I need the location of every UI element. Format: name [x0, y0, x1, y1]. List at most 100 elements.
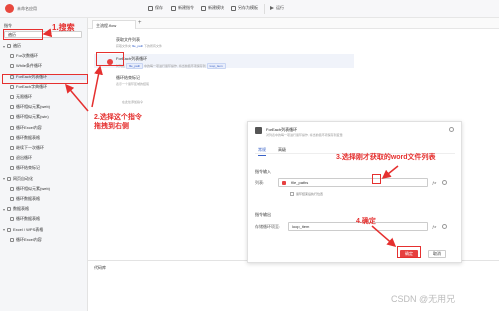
list-label: 列表: — [255, 180, 265, 185]
dialog-subtitle: 对列表中的每一项进行循环操作, 将当前循环项保存到变量 — [266, 133, 343, 137]
tab-general[interactable]: 常规 — [258, 147, 266, 156]
command-icon — [10, 115, 14, 120]
add-command-hint[interactable]: 在此处添加指令 — [122, 99, 143, 104]
cancel-button[interactable]: 取消 — [428, 250, 446, 258]
step-desc: 表示一个循环区域的结尾 — [116, 82, 150, 86]
tree-group[interactable]: ▾ 数据表格 — [3, 206, 87, 212]
command-icon — [10, 186, 14, 191]
folder-icon — [7, 207, 12, 212]
step-loop-end[interactable]: 循环结束标记 表示一个循环区域的结尾 — [116, 75, 149, 86]
variable-icon — [282, 180, 286, 185]
tree-item[interactable]: 循环Excel内容 — [10, 237, 87, 243]
info-icon[interactable] — [442, 224, 447, 229]
fx-icon[interactable]: ƒx — [432, 224, 436, 229]
step-get-file-list[interactable]: 获取文件列表 获取文件夹 file_path 下的所有文件 — [116, 37, 162, 48]
annotation-step1: 1.搜索 — [52, 23, 75, 32]
tree-item-label: 数据表格 — [13, 206, 30, 212]
tree-item[interactable]: ForEach字典循环 — [10, 84, 87, 90]
variable-chip: file_path — [131, 44, 144, 48]
tree-item[interactable]: 循环数据表格 — [10, 216, 87, 222]
tree-item[interactable]: 继续下一次循环 — [10, 145, 87, 151]
new-module-label: 新建模块 — [208, 5, 224, 10]
folder-icon — [7, 227, 12, 232]
app-logo-icon — [5, 4, 14, 13]
new-module-button[interactable]: 新建模块 — [201, 5, 224, 11]
command-icon — [10, 197, 14, 201]
tree-item[interactable]: For次数循环 — [10, 53, 87, 59]
tree-item[interactable]: 循环相似元素(win) — [10, 114, 87, 120]
help-icon[interactable] — [449, 127, 454, 132]
tree-item[interactable]: 无限循环 — [10, 94, 87, 100]
new-command-button[interactable]: 新建指令 — [171, 5, 194, 11]
command-icon — [10, 217, 14, 222]
tree-item[interactable]: 循环数据表格 — [10, 135, 87, 141]
chevron-down-icon[interactable]: ▾ — [3, 176, 5, 181]
checkbox-label: 循环结束后执行位置 — [296, 192, 324, 196]
tree-item[interactable]: 循环相似元素(web) — [10, 186, 87, 192]
watermark: CSDN @无用兄 — [391, 294, 456, 304]
tree-item[interactable]: While条件循环 — [10, 63, 87, 69]
tree-item[interactable]: 循环结束标记 — [10, 165, 87, 171]
add-tab-button[interactable]: + — [138, 20, 142, 26]
step-desc: 在此处添加指令 — [122, 100, 144, 104]
tree-item-label: For次数循环 — [16, 53, 38, 59]
variable-chip: file_path — [125, 63, 144, 69]
chevron-down-icon[interactable]: ▾ — [3, 227, 5, 232]
tree-item-label: 循环数据表格 — [16, 216, 40, 222]
tree-item[interactable]: 循环相似元素(web) — [10, 104, 87, 110]
save-as-template-button[interactable]: 另存为模板 — [231, 5, 258, 11]
list-input[interactable]: file_paths — [278, 178, 428, 187]
run-button[interactable]: 运行 — [270, 5, 284, 11]
save-button[interactable]: 保存 — [148, 5, 163, 11]
command-icon — [10, 54, 14, 59]
command-icon — [10, 84, 14, 89]
chevron-down-icon[interactable]: ▾ — [3, 207, 5, 212]
chevron-down-icon[interactable]: ▾ — [3, 44, 5, 49]
tab-advanced[interactable]: 高级 — [278, 147, 286, 153]
step-desc-text: 中的每一项进行循环操作, 将当前循环项保存到 — [144, 64, 206, 68]
command-icon — [10, 166, 14, 171]
tree-item-label: 网页自动化 — [13, 175, 34, 181]
tree-item[interactable]: 循环Excel内容 — [10, 125, 87, 131]
folder-icon — [7, 44, 12, 48]
tree-item-label: 循环相似元素(web) — [16, 104, 51, 110]
tree-item[interactable]: 循环数据表格 — [10, 196, 87, 202]
tree-group[interactable]: ▾ 网页自动化 — [3, 176, 87, 182]
checkbox[interactable] — [290, 192, 294, 196]
tree-item-label: 退出循环 — [16, 155, 32, 161]
tree-item-label: Excel / WPS表格 — [13, 226, 44, 232]
tree-item-label: 循环相似元素(web) — [16, 185, 51, 191]
tree-item-label: 循环数据表格 — [16, 134, 40, 140]
new-command-label: 新建指令 — [178, 5, 194, 10]
tree-item-label: While条件循环 — [16, 63, 43, 69]
tree-item-label: 遍历 — [13, 43, 22, 48]
annotation-step2-line1: 2.选择这个指令 — [94, 114, 142, 121]
command-icon — [10, 64, 14, 69]
tree-item-label: 继续下一次循环 — [16, 145, 44, 150]
tab-main-flow[interactable]: 主流程.flow — [92, 20, 136, 29]
step-desc: 对列表 file_path 中的每一项进行循环操作, 将当前循环项保存到 loo… — [116, 63, 226, 69]
fx-icon[interactable]: ƒx — [432, 180, 436, 185]
step-foreach-list[interactable]: ForEach列表循环 对列表 file_path 中的每一项进行循环操作, 将… — [116, 56, 226, 69]
save-label: 保存 — [155, 5, 163, 10]
list-value: file_paths — [291, 180, 309, 185]
step-desc: 获取文件夹 file_path 下的所有文件 — [116, 44, 162, 48]
variable-chip: loop_item — [206, 63, 226, 69]
tree-item-label: 循环Excel内容 — [16, 236, 42, 242]
app-title[interactable]: 未命名应用 — [17, 6, 37, 12]
command-icon — [10, 105, 14, 110]
save-as-template-label: 另存为模板 — [238, 5, 258, 10]
command-icon — [10, 146, 14, 150]
command-sidebar: 指令 遍历 ▾ 遍历 For次数循环 While条件循环 ForEach列表循环 ForE… — [0, 18, 88, 311]
step-desc-text: 获取文件夹 — [116, 44, 132, 48]
tree-group[interactable]: ▾ 遍历 — [3, 43, 87, 49]
tree-item-label: 循环结束标记 — [16, 165, 40, 171]
tree-item-label: ForEach字典循环 — [16, 83, 48, 89]
annotation-box-search — [3, 29, 43, 40]
loop-end-option[interactable]: 循环结束后执行位置 — [290, 192, 323, 196]
tree-item[interactable]: 退出循环 — [10, 155, 87, 161]
tree-group[interactable]: ▾ Excel / WPS表格 — [3, 227, 87, 233]
info-icon[interactable] — [442, 180, 447, 185]
command-icon — [10, 125, 14, 130]
command-icon — [255, 127, 262, 134]
